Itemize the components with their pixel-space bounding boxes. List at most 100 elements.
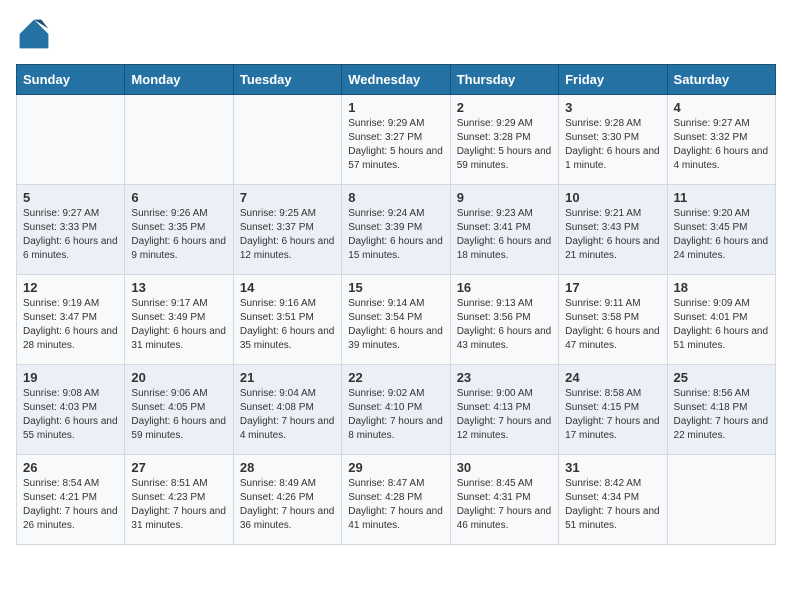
day-info-line: Daylight: 7 hours and 51 minutes.	[565, 505, 660, 533]
day-number: 20	[131, 370, 226, 385]
day-info-line: Sunrise: 9:02 AM	[348, 387, 443, 401]
day-number: 22	[348, 370, 443, 385]
day-cell: 12 Sunrise: 9:19 AMSunset: 3:47 PMDayligh…	[17, 275, 125, 365]
day-number: 23	[457, 370, 552, 385]
day-number: 15	[348, 280, 443, 295]
day-info-line: Sunset: 4:01 PM	[674, 311, 769, 325]
day-cell	[17, 95, 125, 185]
week-row-2: 5Sunrise: 9:27 AMSunset: 3:33 PMDaylight…	[17, 185, 776, 275]
day-info-line: Sunrise: 9:09 AM	[674, 297, 769, 311]
day-info-line: Sunrise: 9:24 AM	[348, 207, 443, 221]
day-number: 27	[131, 460, 226, 475]
day-cell: 16Sunrise: 9:13 AMSunset: 3:56 PMDayligh…	[450, 275, 558, 365]
calendar-body: 1Sunrise: 9:29 AMSunset: 3:27 PMDaylight…	[17, 95, 776, 545]
day-info-line: Sunrise: 9:06 AM	[131, 387, 226, 401]
day-number: 12	[23, 280, 118, 295]
day-info-line: Sunset: 3:51 PM	[240, 311, 335, 325]
day-cell: 15Sunrise: 9:14 AMSunset: 3:54 PMDayligh…	[342, 275, 450, 365]
week-row-5: 26Sunrise: 8:54 AMSunset: 4:21 PMDayligh…	[17, 455, 776, 545]
day-info-line: Sunrise: 9:29 AM	[348, 117, 443, 131]
day-cell: 19Sunrise: 9:08 AMSunset: 4:03 PMDayligh…	[17, 365, 125, 455]
day-number: 3	[565, 100, 660, 115]
day-cell	[667, 455, 775, 545]
day-info-line: Daylight: 7 hours and 17 minutes.	[565, 415, 660, 443]
day-info-line: Daylight: 6 hours and 4 minutes.	[674, 145, 769, 173]
day-number: 16	[457, 280, 552, 295]
day-info-line: Sunrise: 8:54 AM	[23, 477, 118, 491]
day-cell: 5Sunrise: 9:27 AMSunset: 3:33 PMDaylight…	[17, 185, 125, 275]
day-info-line: Sunset: 4:05 PM	[131, 401, 226, 415]
day-info-line: Sunrise: 8:51 AM	[131, 477, 226, 491]
day-info-line: Sunrise: 9:00 AM	[457, 387, 552, 401]
day-info-line: Sunset: 3:41 PM	[457, 221, 552, 235]
day-info-line: Daylight: 7 hours and 4 minutes.	[240, 415, 335, 443]
day-cell	[125, 95, 233, 185]
day-info-line: Sunset: 3:58 PM	[565, 311, 660, 325]
day-info-line: Sunset: 3:37 PM	[240, 221, 335, 235]
day-number: 10	[565, 190, 660, 205]
day-info-line: Sunset: 3:54 PM	[348, 311, 443, 325]
day-info-line: Sunset: 3:30 PM	[565, 131, 660, 145]
day-info-line: Sunset: 3:32 PM	[674, 131, 769, 145]
day-cell: 6Sunrise: 9:26 AMSunset: 3:35 PMDaylight…	[125, 185, 233, 275]
header-cell-monday: Monday	[125, 65, 233, 95]
day-cell: 30Sunrise: 8:45 AMSunset: 4:31 PMDayligh…	[450, 455, 558, 545]
day-info-line: Sunrise: 8:45 AM	[457, 477, 552, 491]
day-info-line: Daylight: 7 hours and 22 minutes.	[674, 415, 769, 443]
day-info-line: Daylight: 7 hours and 46 minutes.	[457, 505, 552, 533]
day-info-line: Daylight: 6 hours and 15 minutes.	[348, 235, 443, 263]
day-info-line: Sunset: 3:28 PM	[457, 131, 552, 145]
day-cell: 3 Sunrise: 9:28 AMSunset: 3:30 PMDaylight…	[559, 95, 667, 185]
day-info-line: Daylight: 5 hours and 59 minutes.	[457, 145, 552, 173]
day-info-line: Sunrise: 9:21 AM	[565, 207, 660, 221]
day-info-line: Sunrise: 8:42 AM	[565, 477, 660, 491]
day-cell: 21Sunrise: 9:04 AMSunset: 4:08 PMDayligh…	[233, 365, 341, 455]
header-cell-thursday: Thursday	[450, 65, 558, 95]
day-info-line: Daylight: 6 hours and 39 minutes.	[348, 325, 443, 353]
day-cell: 18Sunrise: 9:09 AMSunset: 4:01 PMDayligh…	[667, 275, 775, 365]
day-info-line: Sunset: 3:39 PM	[348, 221, 443, 235]
day-number: 1	[348, 100, 443, 115]
day-number: 4	[674, 100, 769, 115]
day-cell	[233, 95, 341, 185]
day-info-line: Sunset: 4:18 PM	[674, 401, 769, 415]
day-info-line: Daylight: 6 hours and 1 minute.	[565, 145, 660, 173]
day-cell: 24Sunrise: 8:58 AMSunset: 4:15 PMDayligh…	[559, 365, 667, 455]
calendar-header: SundayMondayTuesdayWednesdayThursdayFrid…	[17, 65, 776, 95]
day-info-line: Daylight: 7 hours and 26 minutes.	[23, 505, 118, 533]
day-number: 11	[674, 190, 769, 205]
day-info-line: Sunset: 3:33 PM	[23, 221, 118, 235]
week-row-1: 1Sunrise: 9:29 AMSunset: 3:27 PMDaylight…	[17, 95, 776, 185]
day-info-line: Sunrise: 8:56 AM	[674, 387, 769, 401]
day-info-line: Daylight: 6 hours and 9 minutes.	[131, 235, 226, 263]
day-info-line: Daylight: 6 hours and 55 minutes.	[23, 415, 118, 443]
day-info-line: Daylight: 6 hours and 18 minutes.	[457, 235, 552, 263]
day-info-line: Sunset: 3:35 PM	[131, 221, 226, 235]
day-info-line: Sunset: 4:15 PM	[565, 401, 660, 415]
day-info-line: Sunrise: 9:17 AM	[131, 297, 226, 311]
day-info-line: Sunrise: 8:58 AM	[565, 387, 660, 401]
day-info-line: Sunset: 3:56 PM	[457, 311, 552, 325]
day-info-line: Sunrise: 9:19 AM	[23, 297, 118, 311]
day-cell: 4Sunrise: 9:27 AMSunset: 3:32 PMDaylight…	[667, 95, 775, 185]
day-info-line: Daylight: 6 hours and 12 minutes.	[240, 235, 335, 263]
day-info-line: Daylight: 6 hours and 21 minutes.	[565, 235, 660, 263]
day-info-line: Daylight: 6 hours and 28 minutes.	[23, 325, 118, 353]
day-number: 18	[674, 280, 769, 295]
day-info-line: Sunset: 4:34 PM	[565, 491, 660, 505]
day-info-line: Sunrise: 9:11 AM	[565, 297, 660, 311]
day-info-line: Sunset: 4:03 PM	[23, 401, 118, 415]
day-cell: 27Sunrise: 8:51 AMSunset: 4:23 PMDayligh…	[125, 455, 233, 545]
day-info-line: Sunrise: 9:28 AM	[565, 117, 660, 131]
day-info-line: Daylight: 6 hours and 47 minutes.	[565, 325, 660, 353]
day-cell: 23Sunrise: 9:00 AMSunset: 4:13 PMDayligh…	[450, 365, 558, 455]
day-info-line: Sunset: 3:47 PM	[23, 311, 118, 325]
day-info-line: Daylight: 6 hours and 24 minutes.	[674, 235, 769, 263]
day-number: 7	[240, 190, 335, 205]
day-info-line: Sunset: 3:49 PM	[131, 311, 226, 325]
day-cell: 26Sunrise: 8:54 AMSunset: 4:21 PMDayligh…	[17, 455, 125, 545]
header-cell-friday: Friday	[559, 65, 667, 95]
day-number: 17	[565, 280, 660, 295]
day-number: 29	[348, 460, 443, 475]
day-number: 6	[131, 190, 226, 205]
